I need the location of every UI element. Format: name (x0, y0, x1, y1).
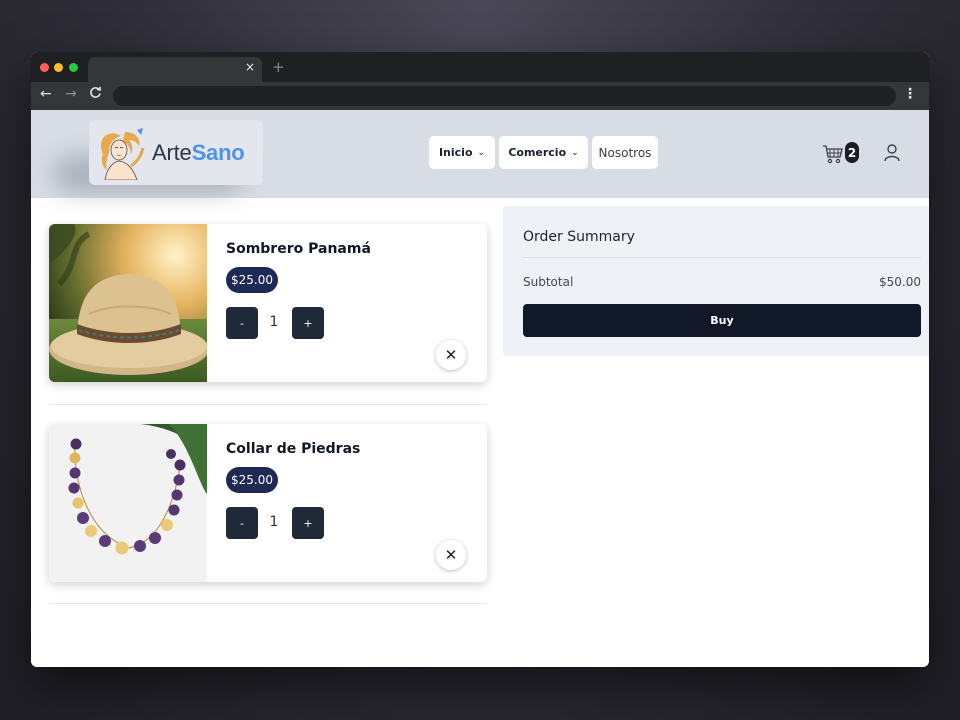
item-name[interactable]: Sombrero Panamá (226, 241, 371, 257)
chevron-down-icon: ⌄ (571, 147, 579, 158)
remove-item-button[interactable]: ✕ (436, 340, 466, 370)
quantity-decrease-button[interactable]: - (226, 507, 258, 539)
order-summary-title: Order Summary (523, 229, 635, 245)
cart-count-badge: 2 (845, 142, 859, 163)
reload-icon-svg (90, 86, 102, 98)
browser-tab[interactable]: × (88, 57, 262, 82)
new-tab-button[interactable]: + (272, 58, 285, 76)
order-summary-panel: Order Summary Subtotal $50.00 Buy (503, 206, 929, 356)
quantity-increase-button[interactable]: + (292, 507, 324, 539)
item-divider (49, 404, 487, 405)
nav-item-label: Comercio (508, 146, 567, 159)
close-icon: ✕ (444, 346, 458, 364)
logo[interactable]: ArteSano (89, 120, 263, 185)
browser-window: × + ← → ⋮ ArteSano Inicio ⌄ Comercio ⌄ N… (31, 52, 929, 667)
beaded-necklace-image-svg (49, 424, 207, 582)
cart-icon (823, 145, 843, 164)
nav-item-label: Nosotros (598, 145, 652, 160)
reload-icon[interactable] (89, 86, 102, 103)
forward-icon[interactable]: → (65, 86, 77, 102)
quantity-value: 1 (269, 314, 279, 330)
summary-divider (523, 257, 921, 258)
subtotal-label: Subtotal (523, 275, 574, 289)
straw-hat-image[interactable] (49, 224, 207, 382)
item-name[interactable]: Collar de Piedras (226, 441, 360, 457)
chevron-down-icon: ⌄ (477, 147, 486, 158)
close-icon: ✕ (444, 546, 458, 564)
main-nav: Inicio ⌄ Comercio ⌄ Nosotros (429, 136, 658, 169)
close-window-button[interactable] (40, 63, 49, 72)
subtotal-value: $50.00 (879, 275, 921, 289)
logo-text-sano: Sano (191, 139, 245, 165)
nav-item-nosotros[interactable]: Nosotros (592, 136, 658, 169)
straw-hat-image-svg (49, 224, 207, 382)
back-icon[interactable]: ← (40, 86, 52, 102)
cart-button[interactable]: 2 (822, 138, 862, 168)
browser-menu-icon[interactable]: ⋮ (903, 86, 917, 102)
site-header: ArteSano Inicio ⌄ Comercio ⌄ Nosotros 2 (31, 110, 929, 198)
user-icon[interactable] (883, 143, 901, 167)
cart-item: Sombrero Panamá $25.00 - 1 + ✕ (49, 224, 487, 382)
logo-text: ArteSano (152, 140, 245, 166)
logo-text-arte: Arte (152, 139, 192, 165)
user-icon-svg (884, 144, 900, 162)
nav-item-inicio[interactable]: Inicio ⌄ (429, 136, 495, 169)
browser-tab-bar: × + (31, 52, 929, 82)
quantity-increase-button[interactable]: + (292, 307, 324, 339)
price-badge: $25.00 (226, 267, 278, 293)
address-bar[interactable] (113, 86, 896, 106)
cart-item: Collar de Piedras $25.00 - 1 + ✕ (49, 424, 487, 582)
item-divider (49, 603, 487, 604)
browser-toolbar: ← → ⋮ (31, 82, 929, 110)
beaded-necklace-image[interactable] (49, 424, 207, 582)
nav-item-label: Inicio (438, 146, 473, 159)
minimize-window-button[interactable] (54, 63, 63, 72)
buy-button[interactable]: Buy (523, 304, 921, 337)
price-badge: $25.00 (226, 467, 278, 493)
nav-item-comercio[interactable]: Comercio ⌄ (499, 136, 588, 169)
maximize-window-button[interactable] (69, 63, 78, 72)
quantity-decrease-button[interactable]: - (226, 307, 258, 339)
tab-close-icon[interactable]: × (245, 60, 255, 74)
venus-logo-icon (101, 127, 145, 180)
quantity-value: 1 (269, 514, 279, 530)
remove-item-button[interactable]: ✕ (436, 540, 466, 570)
